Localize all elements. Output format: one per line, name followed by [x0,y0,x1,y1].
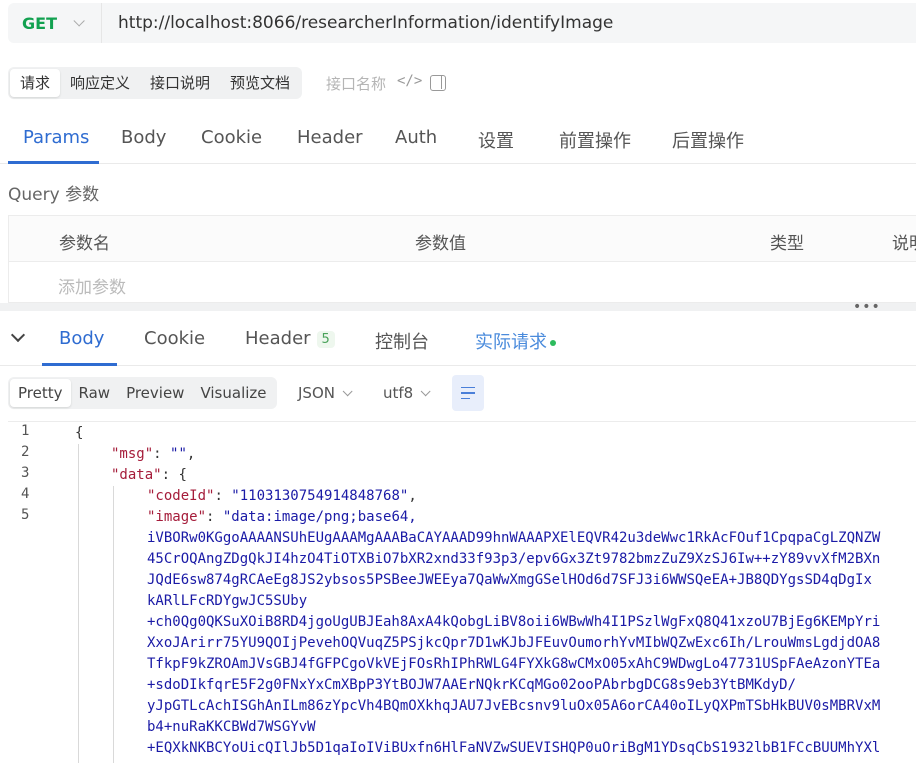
panel-divider[interactable] [0,303,916,311]
json-brace: { [178,467,187,483]
json-key: "codeId" [147,488,215,504]
format-mode-group: Pretty Raw Preview Visualize [8,377,277,409]
tab-response-header-label: Header [245,328,311,349]
tab-settings[interactable]: 设置 [478,127,514,153]
chevron-down-icon[interactable] [10,327,26,343]
wrap-icon [461,386,475,389]
code-line: { [75,423,83,444]
word-wrap-button[interactable] [452,375,484,411]
tab-cookie[interactable]: Cookie [201,127,262,148]
tab-body[interactable]: Body [121,127,166,148]
params-table-header: 参数名 参数值 类型 说明 [9,216,916,262]
active-tab-indicator [8,161,99,164]
request-tabs: Params Body Cookie Header Auth 设置 前置操作 后… [0,114,916,164]
tab-auth[interactable]: Auth [395,127,437,148]
status-dot-icon [550,340,556,346]
code-line: TfkpF9kZROAmJVsGBJ4fGFPCgoVkVEjFOsRhIPhR… [147,656,881,672]
chevron-down-icon [73,15,85,27]
wrap-icon-line [461,392,475,394]
code-line: b4+nuRaKKCBWd7WSGYvW [147,719,316,735]
json-string: "" [170,446,187,462]
url-bar: GET http://localhost:8066/researcherInfo… [8,3,916,43]
json-code: { "msg": "", "data": { "codeId": "110313… [75,422,880,756]
tab-params[interactable]: Params [23,127,89,148]
tab-header[interactable]: Header [297,127,363,148]
api-name-input[interactable]: 接口名称 [326,73,386,94]
add-param-input[interactable]: 添加参数 [58,273,126,298]
side-panel-icon[interactable] [430,75,446,91]
json-string: "1103130754914848768" [231,488,409,504]
request-subtabs: 请求 响应定义 接口说明 预览文档 [8,67,303,99]
subtab-request[interactable]: 请求 [10,69,61,97]
chevron-down-icon [342,385,353,396]
encoding-select[interactable]: utf8 [383,384,431,402]
json-string: "data:image/png;base64, [222,509,417,525]
code-line: "msg": "", [111,446,196,462]
url-input[interactable]: http://localhost:8066/researcherInformat… [118,13,613,33]
line-number: 4 [21,486,30,502]
code-line: +EQXkNKBCYoUicQIlJb5D1qaIoIViBUxfn6HlFaN… [147,740,881,756]
mode-raw[interactable]: Raw [71,379,119,407]
header-count-badge: 5 [316,330,335,348]
mode-preview[interactable]: Preview [118,379,192,407]
indent-guide [113,486,114,763]
tab-post-script[interactable]: 后置操作 [672,127,744,153]
tab-actual-request-label: 实际请求 [475,332,547,353]
json-brace: { [75,425,84,441]
line-number: 3 [21,465,30,481]
tab-console[interactable]: 控制台 [375,328,429,354]
mode-pretty[interactable]: Pretty [10,379,71,407]
code-line: +ch0Qg0QKSuXOiB8RD4jgoUgUBJEah8AxA4kQobg… [147,614,881,630]
json-key: "image" [147,509,207,525]
code-line: +sdoDIkfqrE5F2g0FNxYxCmXBpP3YtBOJW7AAErN… [147,677,797,693]
format-type-label: JSON [298,384,335,402]
response-tabs: Body Cookie Header 5 控制台 实际请求 [0,314,916,366]
method-select[interactable]: GET [8,3,102,43]
json-key: "data" [111,467,162,483]
response-body-editor[interactable]: 1 2 3 4 5 { "msg": "", "data": { "codeId… [8,421,916,763]
mode-visualize[interactable]: Visualize [192,379,274,407]
encoding-label: utf8 [383,384,414,402]
wrap-icon-line [461,397,470,400]
json-key: "msg" [111,446,154,462]
chevron-down-icon [420,385,431,396]
code-line: 45CrOQAngZDgQkJI4hzO4TiOTXBiO7bXR2xnd33f… [147,551,881,567]
column-param-value: 参数值 [415,234,466,254]
tab-response-body[interactable]: Body [59,328,104,349]
code-line: "data": { [111,467,187,483]
tab-actual-request[interactable]: 实际请求 [475,328,556,354]
subtab-api-description[interactable]: 接口说明 [140,69,220,97]
tab-response-header[interactable]: Header 5 [245,328,335,349]
format-type-select[interactable]: JSON [298,384,353,402]
params-table: 参数名 参数值 类型 说明 添加参数 [8,215,916,303]
column-param-name: 参数名 [59,234,110,254]
code-line: iVBORw0KGgoAAAANSUhEUgAAAMgAAABaCAYAAAD9… [147,530,881,546]
code-line: JQdE6sw874gRCAeEg8JS2ybsos5PSBeeJWEEya7Q… [147,572,872,588]
code-line: kARlLFcRDYgwJC5SUby [147,593,308,609]
tab-pre-script[interactable]: 前置操作 [559,127,631,153]
subtab-preview-doc[interactable]: 预览文档 [220,69,300,97]
line-number: 5 [21,507,30,523]
code-icon[interactable]: </> [397,73,422,89]
column-description: 说明 [892,234,916,254]
query-params-title: Query 参数 [8,185,100,205]
line-number: 1 [21,423,30,439]
column-type: 类型 [770,234,804,254]
line-number: 2 [21,444,30,460]
code-line: yJpGTLcAchISGhAnILm86zYpcVh4BQmOXkhqJAU7… [147,698,881,714]
method-label: GET [22,13,57,33]
active-response-tab-indicator [42,363,117,366]
subtab-response-definition[interactable]: 响应定义 [60,69,140,97]
drag-handle-icon[interactable]: ••• [853,299,881,315]
code-line: XxoJArirr75YU9QOIjPevehOQVuqZ5PSjkcQpr7D… [147,635,881,651]
code-line: "image": "data:image/png;base64, [147,509,417,525]
tab-response-cookie[interactable]: Cookie [144,328,205,349]
code-line: "codeId": "1103130754914848768", [147,488,417,504]
